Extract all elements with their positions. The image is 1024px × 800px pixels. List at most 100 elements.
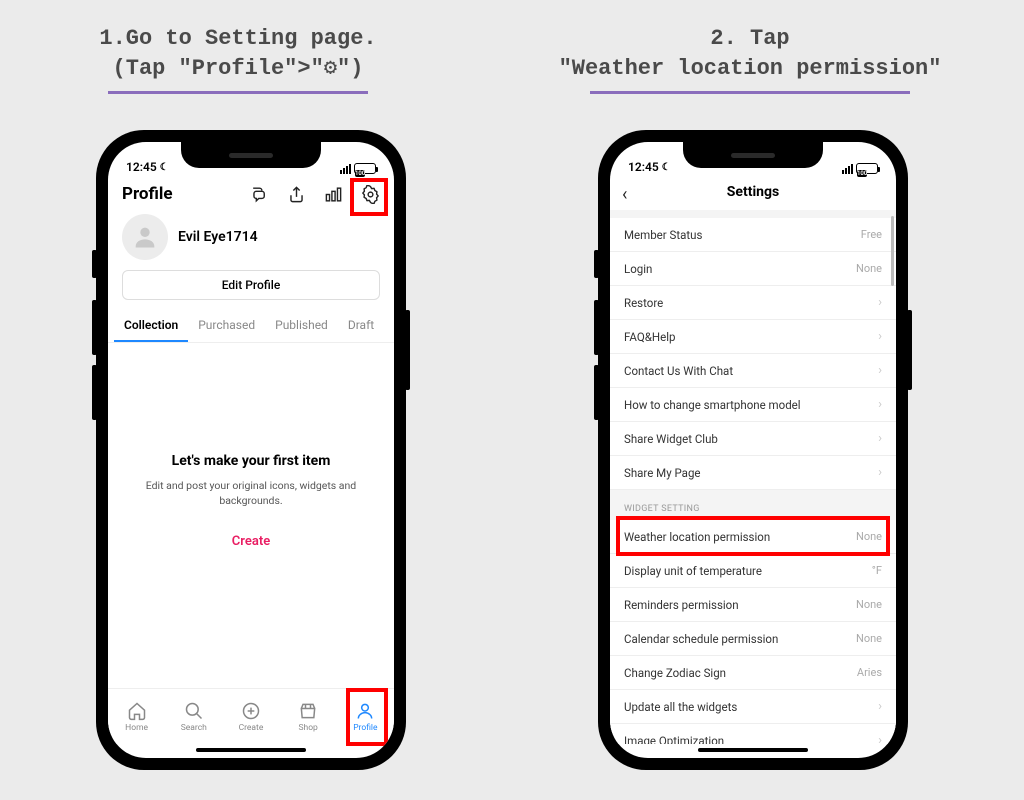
section-header-widget: WIDGET SETTING [610, 490, 896, 520]
empty-subtitle: Edit and post your original icons, widge… [138, 479, 364, 508]
chevron-right-icon: › [878, 465, 882, 480]
row-label: Share My Page [624, 466, 701, 480]
row-weather-permission[interactable]: Weather location permission None [610, 520, 896, 554]
status-right: 100 [842, 163, 878, 174]
tab-collection[interactable]: Collection [114, 310, 188, 342]
home-indicator [698, 748, 808, 752]
instruction-text: 2. Tap [710, 26, 789, 51]
phone-side-button [405, 310, 410, 390]
share-icon[interactable] [287, 185, 306, 204]
phone-screen: 12:45 ☾ 100 Profile Evil Eye1714 [108, 142, 394, 758]
nav-create[interactable]: Create [226, 701, 276, 733]
instruction-text: (Tap "Profile">"⚙") [113, 56, 364, 81]
chevron-right-icon: › [878, 295, 882, 310]
chevron-right-icon: › [878, 363, 882, 378]
profile-header: Profile [108, 176, 394, 210]
phone-side-button [594, 300, 599, 355]
row-value: Free [861, 228, 882, 241]
create-label: Create [232, 534, 270, 549]
instruction-step-1: 1.Go to Setting page. (Tap "Profile">"⚙"… [68, 24, 408, 94]
row-label: Contact Us With Chat [624, 364, 733, 378]
tab-label: Collection [124, 318, 178, 332]
tab-label: Published [275, 318, 328, 332]
scroll-indicator [891, 216, 894, 286]
row-value: Aries [857, 666, 882, 679]
tab-purchased[interactable]: Purchased [188, 310, 265, 342]
row-faq[interactable]: FAQ&Help › [610, 320, 896, 354]
profile-icon [355, 701, 375, 721]
speaker [731, 153, 775, 158]
back-button[interactable]: ‹ [622, 184, 627, 205]
row-label: Reminders permission [624, 598, 739, 612]
dnd-icon: ☾ [160, 162, 169, 173]
underline-decoration [590, 91, 910, 94]
nav-label: Profile [353, 723, 377, 733]
signal-icon [340, 164, 351, 174]
settings-list[interactable]: Member Status Free Login None Restore › … [610, 210, 896, 744]
row-temp-unit[interactable]: Display unit of temperature °F [610, 554, 896, 588]
header-actions [250, 185, 380, 204]
row-share-page[interactable]: Share My Page › [610, 456, 896, 490]
row-label: Share Widget Club [624, 432, 718, 446]
row-zodiac[interactable]: Change Zodiac Sign Aries [610, 656, 896, 690]
row-label: Calendar schedule permission [624, 632, 778, 646]
row-calendar[interactable]: Calendar schedule permission None [610, 622, 896, 656]
row-label: Weather location permission [624, 530, 770, 544]
phone-side-button [907, 310, 912, 390]
row-label: How to change smartphone model [624, 398, 801, 412]
status-left: 12:45 ☾ [628, 160, 671, 174]
edit-profile-button[interactable]: Edit Profile [122, 270, 380, 300]
chevron-right-icon: › [878, 699, 882, 714]
edit-profile-label: Edit Profile [222, 278, 281, 292]
profile-tabs: Collection Purchased Published Draft [108, 310, 394, 343]
tab-label: Draft [348, 318, 374, 332]
username-label: Evil Eye1714 [178, 229, 258, 245]
phone-side-button [594, 250, 599, 278]
create-link[interactable]: Create [138, 534, 364, 549]
row-reminders[interactable]: Reminders permission None [610, 588, 896, 622]
phone-screen: 12:45 ☾ 100 ‹ Settings Member Status Fre… [610, 142, 896, 758]
phone-side-button [92, 300, 97, 355]
gear-icon[interactable] [361, 185, 380, 204]
status-time: 12:45 [126, 160, 157, 174]
row-share-club[interactable]: Share Widget Club › [610, 422, 896, 456]
row-label: Change Zodiac Sign [624, 666, 726, 680]
row-image-opt[interactable]: Image Optimization › [610, 724, 896, 744]
dnd-icon: ☾ [662, 162, 671, 173]
row-value: None [856, 598, 882, 611]
tab-draft[interactable]: Draft [338, 310, 384, 342]
nav-label: Home [125, 723, 148, 733]
row-update-widgets[interactable]: Update all the widgets › [610, 690, 896, 724]
nav-label: Search [181, 723, 207, 733]
row-value: °F [872, 564, 882, 577]
row-restore[interactable]: Restore › [610, 286, 896, 320]
row-member-status[interactable]: Member Status Free [610, 218, 896, 252]
phone-mockup-settings: 12:45 ☾ 100 ‹ Settings Member Status Fre… [598, 130, 908, 770]
person-icon [131, 223, 159, 251]
user-row: Evil Eye1714 [108, 210, 394, 270]
tab-published[interactable]: Published [265, 310, 338, 342]
list-group: Weather location permission None Display… [610, 520, 896, 744]
row-value: None [856, 530, 882, 543]
chart-icon[interactable] [324, 185, 343, 204]
empty-title: Let's make your first item [138, 453, 364, 469]
battery-icon: 100 [856, 163, 878, 174]
row-change-model[interactable]: How to change smartphone model › [610, 388, 896, 422]
chat-icon[interactable] [250, 185, 269, 204]
nav-profile[interactable]: Profile [340, 701, 390, 733]
nav-home[interactable]: Home [112, 701, 162, 733]
phone-side-button [594, 365, 599, 420]
page-title: Profile [122, 184, 238, 204]
avatar[interactable] [122, 214, 168, 260]
nav-shop[interactable]: Shop [283, 701, 333, 733]
nav-search[interactable]: Search [169, 701, 219, 733]
page-title: Settings [610, 184, 896, 200]
signal-icon [842, 164, 853, 174]
row-contact[interactable]: Contact Us With Chat › [610, 354, 896, 388]
instruction-text: "Weather location permission" [559, 56, 942, 81]
phone-notch [181, 142, 321, 168]
bottom-nav: Home Search Create Shop Profile [108, 688, 394, 744]
row-login[interactable]: Login None [610, 252, 896, 286]
instruction-text: 1.Go to Setting page. [99, 26, 376, 51]
chevron-right-icon: › [878, 397, 882, 412]
